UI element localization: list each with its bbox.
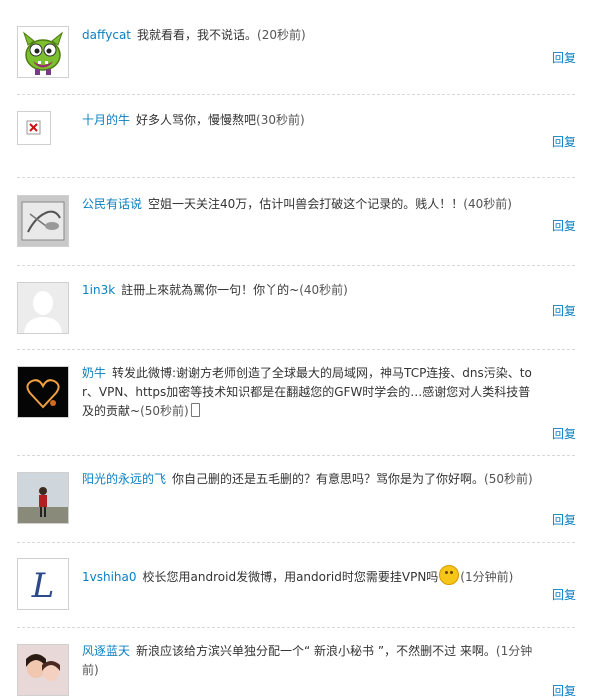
reply-link[interactable]: 回复 (552, 217, 576, 234)
broken-image-icon (26, 120, 41, 135)
comment-text: 好多人骂你，慢慢熬吧 (136, 113, 257, 127)
comment-body: 风逐蓝天 新浪应该给方滨兴单独分配一个“ 新浪小秘书 ”，不然删不过 来啊。(1分… (82, 642, 537, 680)
letter-l-icon: L (18, 559, 68, 609)
separator (17, 349, 575, 350)
comment-text: 空姐一天关注40万，估计叫兽会打破这个记录的。贱人！！ (148, 197, 464, 211)
username-link[interactable]: 公民有话说 (82, 197, 142, 211)
timestamp: (40秒前) (463, 197, 512, 211)
comment-text: 註冊上來就為罵你一句！你丫的~ (121, 283, 300, 297)
green-monster-icon (18, 27, 68, 77)
svg-text:L: L (31, 566, 55, 606)
separator (17, 542, 575, 543)
comment-text: 你自己删的还是五毛删的？有意思吗？骂你是为了你好啊。 (172, 472, 485, 486)
comment-body: 1vshiha0 校长您用android发微博，用andorid时您需要挂VPN吗… (82, 565, 537, 587)
username-link[interactable]: 风逐蓝天 (82, 644, 130, 658)
username-link[interactable]: 阳光的永远的飞 (82, 472, 166, 486)
avatar[interactable] (17, 195, 69, 247)
timestamp: (20秒前) (257, 28, 306, 42)
reply-link[interactable]: 回复 (552, 49, 576, 66)
comment-text: 我就看看，我不说话。 (137, 28, 258, 42)
comment-body: 公民有话说 空姐一天关注40万，估计叫兽会打破这个记录的。贱人！！(40秒前) (82, 195, 537, 214)
comment-body: 奶牛 转发此微博:谢谢方老师创造了全球最大的局域网，神马TCP连接、dns污染、t… (82, 364, 537, 421)
reply-link[interactable]: 回复 (552, 511, 576, 528)
separator (17, 265, 575, 266)
username-link[interactable]: 十月的牛 (82, 113, 130, 127)
timestamp: (1分钟前) (460, 570, 514, 584)
comment-body: 阳光的永远的飞 你自己删的还是五毛删的？有意思吗？骂你是为了你好啊。(50秒前) (82, 470, 537, 489)
avatar[interactable] (17, 282, 69, 334)
timestamp: (30秒前) (256, 113, 305, 127)
reply-link[interactable]: 回复 (552, 133, 576, 150)
timestamp: (50秒前) (484, 472, 533, 486)
smiley-emoji-icon (439, 565, 460, 585)
avatar[interactable]: L (17, 558, 69, 610)
comment-body: 十月的牛 好多人骂你，慢慢熬吧(30秒前) (82, 111, 537, 130)
separator (17, 177, 575, 178)
reply-link[interactable]: 回复 (552, 586, 576, 603)
mobile-phone-icon (190, 403, 200, 417)
reply-link[interactable]: 回复 (552, 302, 576, 319)
avatar[interactable] (17, 644, 69, 696)
timestamp: (40秒前) (299, 283, 348, 297)
username-link[interactable]: 1vshiha0 (82, 570, 137, 584)
pencil-drawing-icon (18, 196, 68, 246)
separator (17, 455, 575, 456)
username-link[interactable]: daffycat (82, 28, 131, 42)
comment-text: 校长您用android发微博，用andorid时您需要挂VPN吗 (142, 570, 439, 584)
comment-body: 1in3k 註冊上來就為罵你一句！你丫的~(40秒前) (82, 281, 537, 300)
light-heart-icon (18, 367, 68, 417)
username-link[interactable]: 1in3k (82, 283, 115, 297)
avatar[interactable] (17, 111, 51, 145)
default-avatar-icon (18, 283, 68, 333)
comment-body: daffycat 我就看看，我不说话。(20秒前) (82, 26, 537, 45)
separator (17, 627, 575, 628)
avatar[interactable] (17, 366, 69, 418)
couple-photo-icon (18, 645, 68, 695)
person-photo-icon (18, 473, 68, 523)
avatar[interactable] (17, 26, 69, 78)
reply-link[interactable]: 回复 (552, 682, 576, 699)
reply-link[interactable]: 回复 (552, 425, 576, 442)
comment-text: 新浪应该给方滨兴单独分配一个“ 新浪小秘书 ”，不然删不过 来啊。 (136, 644, 496, 658)
avatar[interactable] (17, 472, 69, 524)
username-link[interactable]: 奶牛 (82, 366, 106, 380)
separator (17, 94, 575, 95)
timestamp: (50秒前) (140, 404, 189, 418)
